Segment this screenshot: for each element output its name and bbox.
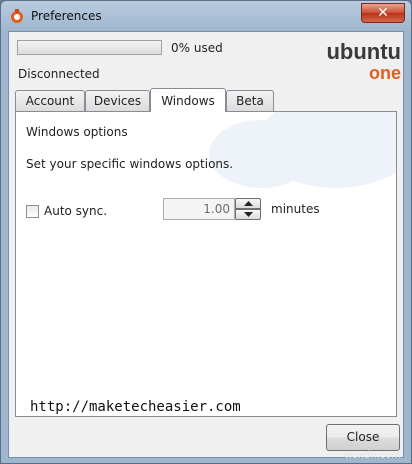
usage-progress-bar [17,40,162,55]
window-close-button[interactable]: ✕ [361,3,405,23]
tab-account[interactable]: Account [15,90,85,111]
windows-options-panel: Windows options Set your specific window… [15,111,397,417]
tab-beta[interactable]: Beta [226,90,274,111]
tab-beta-label: Beta [236,94,264,108]
window-title: Preferences [31,9,102,23]
app-icon [11,9,23,23]
tab-account-label: Account [25,94,75,108]
source-url: http://maketecheasier.com [30,399,241,415]
spin-down-button[interactable] [235,209,261,220]
auto-sync-label[interactable]: Auto sync. [44,204,107,218]
interval-units: minutes [271,202,320,216]
chevron-down-icon [244,212,253,217]
panel-description: Set your specific windows options. [26,157,234,171]
svg-text:one: one [369,63,401,81]
svg-text:ubuntu: ubuntu [326,41,401,64]
spin-up-button[interactable] [235,198,261,209]
auto-sync-checkbox[interactable] [26,205,39,218]
close-icon: ✕ [377,5,389,21]
tab-devices[interactable]: Devices [85,90,150,111]
ubuntu-one-logo: ubuntu one [326,41,401,81]
tab-windows-label: Windows [161,94,215,108]
tab-devices-label: Devices [93,94,142,108]
tab-windows[interactable]: Windows [150,88,226,112]
sync-interval-input[interactable]: 1.00 [163,198,235,220]
panel-heading: Windows options [26,125,128,139]
title-bar[interactable]: Preferences ✕ [1,1,411,31]
dialog-client: 0% used Disconnected ubuntu one Account … [8,31,404,458]
watermark-text: wsxdn.com [344,450,401,461]
chevron-up-icon [244,201,253,206]
usage-label: 0% used [171,41,223,55]
connection-status: Disconnected [18,67,100,81]
tab-bar: Account Devices Windows Beta [15,88,399,112]
cloud-watermark [209,112,396,188]
preferences-window: Preferences ✕ 0% used Disconnected ubunt… [0,0,412,464]
close-button[interactable]: Close [326,424,400,451]
